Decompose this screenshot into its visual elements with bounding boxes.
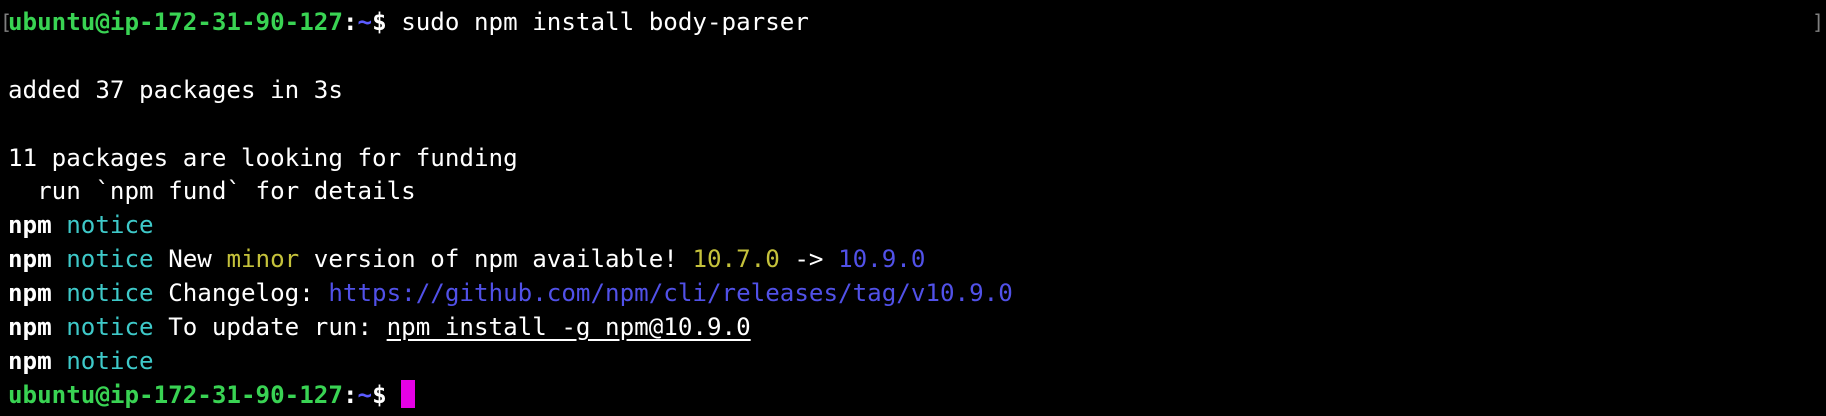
npm-label: npm [8, 313, 52, 342]
prompt-path: ~ [357, 8, 373, 36]
notice-line-update: npm notice To update run: npm install -g… [8, 311, 1826, 345]
npm-label: npm [8, 346, 52, 375]
prompt-separator: : [342, 380, 358, 409]
output-fund-hint: run `npm fund` for details [8, 177, 416, 206]
notice-line-new-version: npm notice New minor version of npm avai… [8, 243, 1826, 277]
version-arrow: -> [779, 245, 839, 274]
update-command: npm install -g npm@10.9.0 [386, 313, 751, 342]
text-cursor[interactable] [401, 379, 416, 408]
update-label: To update run: [168, 313, 387, 342]
new-version-mid: version of npm available! [299, 245, 693, 274]
command-line: ubuntu@ip-172-31-90-127:~$ sudo npm inst… [8, 6, 1826, 40]
scroll-marker-right: ] [1811, 10, 1824, 34]
notice-label: notice [66, 245, 154, 274]
notice-label: notice [66, 346, 154, 375]
prompt-symbol: $ [372, 8, 387, 36]
notice-line: npm notice [8, 209, 1826, 243]
prompt-path: ~ [357, 380, 373, 409]
npm-label: npm [8, 279, 52, 308]
prompt-separator: : [342, 8, 358, 36]
notice-line: npm notice [8, 345, 1826, 379]
npm-label: npm [8, 211, 52, 240]
prompt-user-host: ubuntu@ip-172-31-90-127 [8, 8, 343, 36]
changelog-link[interactable]: https://github.com/npm/cli/releases/tag/… [328, 279, 1012, 307]
old-version: 10.7.0 [692, 245, 780, 274]
prompt-user-host: ubuntu@ip-172-31-90-127 [8, 380, 343, 409]
notice-label: notice [66, 313, 154, 342]
notice-label: notice [66, 211, 154, 240]
terminal-window[interactable]: [ ] ubuntu@ip-172-31-90-127:~$ sudo npm … [0, 0, 1826, 416]
notice-line-changelog: npm notice Changelog: https://github.com… [8, 277, 1826, 311]
new-version-prefix: New [168, 245, 227, 274]
changelog-label: Changelog: [168, 279, 329, 308]
new-version: 10.9.0 [838, 245, 926, 274]
output-added: added 37 packages in 3s [8, 75, 343, 104]
scroll-marker-left: [ [0, 10, 13, 34]
active-prompt-line[interactable]: ubuntu@ip-172-31-90-127:~$ [8, 379, 1826, 413]
output-funding: 11 packages are looking for funding [8, 143, 518, 172]
notice-label: notice [66, 279, 154, 308]
npm-label: npm [8, 245, 52, 274]
minor-word: minor [226, 245, 300, 274]
command-text: sudo npm install body-parser [401, 8, 809, 36]
prompt-symbol: $ [372, 380, 387, 409]
